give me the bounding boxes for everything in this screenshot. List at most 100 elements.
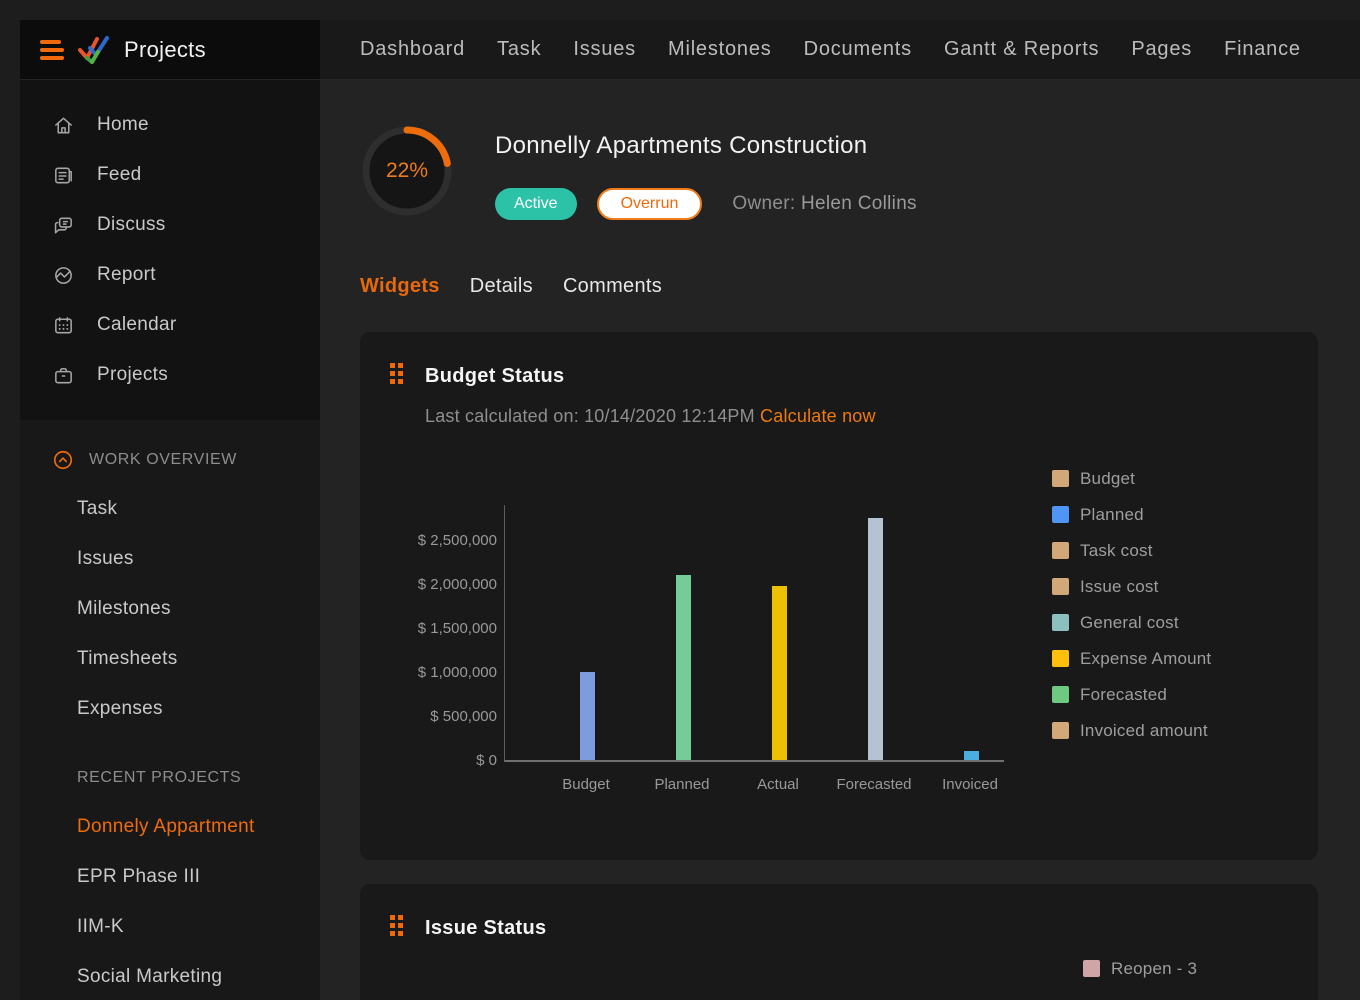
drag-handle-icon[interactable]	[390, 915, 403, 936]
legend-label: Reopen - 3	[1111, 959, 1197, 979]
sidebar-item-label: Discuss	[97, 214, 166, 236]
sidebar-item-home[interactable]: Home	[20, 100, 320, 150]
zoho-projects-logo-icon	[77, 35, 111, 65]
logo-block: Projects	[20, 20, 320, 80]
sidebar-item-expenses[interactable]: Expenses	[20, 684, 320, 734]
sidebar-item-issues[interactable]: Issues	[20, 534, 320, 584]
legend-item-expense-amount: Expense Amount	[1052, 648, 1211, 669]
recent-project-social-marketing[interactable]: Social Marketing	[20, 952, 320, 1000]
legend-swatch	[1052, 578, 1069, 595]
budget-status-widget: Budget Status Last calculated on: 10/14/…	[360, 332, 1318, 860]
progress-percent-label: 22%	[359, 123, 455, 219]
sidebar-item-calendar[interactable]: Calendar	[20, 300, 320, 350]
legend-swatch	[1052, 470, 1069, 487]
issue-status-widget: Issue Status Reopen - 3	[360, 884, 1318, 1000]
legend-item-issue-cost: Issue cost	[1052, 576, 1211, 597]
issue-chart-legend: Reopen - 3	[1083, 958, 1197, 994]
bar-invoiced[interactable]	[964, 751, 979, 760]
budget-chart-xlabels: BudgetPlannedActualForecastedInvoiced	[504, 776, 1004, 796]
sidebar-item-report[interactable]: Report	[20, 250, 320, 300]
hamburger-menu-icon[interactable]	[40, 40, 64, 60]
legend-swatch	[1052, 506, 1069, 523]
sidebar-item-task[interactable]: Task	[20, 484, 320, 534]
recent-project-epr-phase-iii[interactable]: EPR Phase III	[20, 852, 320, 902]
legend-label: Expense Amount	[1080, 649, 1211, 669]
legend-label: Forecasted	[1080, 685, 1167, 705]
sidebar-lower-section: WORK OVERVIEW TaskIssuesMilestonesTimesh…	[20, 420, 320, 1000]
widget-title: Issue Status	[425, 917, 546, 940]
legend-label: Issue cost	[1080, 577, 1159, 597]
legend-swatch	[1052, 650, 1069, 667]
sidebar-item-milestones[interactable]: Milestones	[20, 584, 320, 634]
nav-item-dashboard[interactable]: Dashboard	[360, 38, 465, 61]
calculate-now-link[interactable]: Calculate now	[760, 406, 876, 426]
sidebar-item-timesheets[interactable]: Timesheets	[20, 634, 320, 684]
legend-label: Planned	[1080, 505, 1144, 525]
sidebar-item-projects[interactable]: Projects	[20, 350, 320, 400]
tab-details[interactable]: Details	[470, 275, 533, 298]
briefcase-icon	[52, 364, 75, 387]
nav-item-documents[interactable]: Documents	[804, 38, 912, 61]
y-axis-tick: $ 2,000,000	[360, 576, 497, 594]
legend-swatch	[1052, 722, 1069, 739]
sidebar-menu: Home Feed Discuss Report Calendar	[20, 80, 320, 400]
sidebar-item-label: Calendar	[97, 314, 177, 336]
nav-item-milestones[interactable]: Milestones	[668, 38, 772, 61]
sidebar-item-label: Report	[97, 264, 156, 286]
status-badge-overrun[interactable]: Overrun	[597, 188, 703, 220]
y-axis-tick: $ 2,500,000	[360, 532, 497, 550]
budget-chart-legend: Budget Planned Task cost Issue cost General …	[1052, 468, 1211, 756]
bar-planned[interactable]	[676, 575, 691, 760]
y-axis-tick: $ 0	[360, 752, 497, 770]
nav-item-issues[interactable]: Issues	[573, 38, 636, 61]
legend-item-reopen-3: Reopen - 3	[1083, 958, 1197, 979]
project-owner: Owner: Helen Collins	[732, 193, 916, 215]
legend-item-task-cost: Task cost	[1052, 540, 1211, 561]
work-overview-items: TaskIssuesMilestonesTimesheetsExpenses	[20, 484, 320, 734]
bar-budget[interactable]	[580, 672, 595, 760]
work-overview-label: WORK OVERVIEW	[89, 451, 237, 469]
tab-comments[interactable]: Comments	[563, 275, 662, 298]
y-axis-tick: $ 1,000,000	[360, 664, 497, 682]
sidebar-item-label: Feed	[97, 164, 142, 186]
recent-projects-items: Donnely AppartmentEPR Phase IIIIIM-KSoci…	[20, 802, 320, 1000]
sidebar-item-feed[interactable]: Feed	[20, 150, 320, 200]
sidebar-item-label: Home	[97, 114, 149, 136]
legend-swatch	[1083, 960, 1100, 977]
project-tabs: Widgets Details Comments	[360, 275, 662, 298]
legend-item-forecasted: Forecasted	[1052, 684, 1211, 705]
nav-item-pages[interactable]: Pages	[1131, 38, 1192, 61]
chevron-up-circle-icon	[52, 449, 74, 471]
discuss-icon	[52, 214, 75, 237]
tab-widgets[interactable]: Widgets	[360, 275, 440, 298]
legend-swatch	[1052, 614, 1069, 631]
sidebar-item-discuss[interactable]: Discuss	[20, 200, 320, 250]
nav-item-task[interactable]: Task	[497, 38, 541, 61]
recent-projects-header: RECENT PROJECTS	[20, 766, 320, 790]
report-icon	[52, 264, 75, 287]
y-axis-tick: $ 500,000	[360, 708, 497, 726]
sidebar: Projects Home Feed Discuss Report	[20, 20, 320, 1000]
recent-project-iim-k[interactable]: IIM-K	[20, 902, 320, 952]
home-icon	[52, 114, 75, 137]
calendar-icon	[52, 314, 75, 337]
status-badge-active[interactable]: Active	[495, 188, 577, 220]
legend-swatch	[1052, 542, 1069, 559]
legend-label: Budget	[1080, 469, 1135, 489]
budget-chart-plot	[504, 505, 1004, 762]
legend-label: Invoiced amount	[1080, 721, 1208, 741]
legend-item-budget: Budget	[1052, 468, 1211, 489]
bar-actual[interactable]	[772, 586, 787, 760]
app-title: Projects	[124, 37, 206, 63]
nav-item-gantt-reports[interactable]: Gantt & Reports	[944, 38, 1099, 61]
nav-item-finance[interactable]: Finance	[1224, 38, 1301, 61]
work-overview-header[interactable]: WORK OVERVIEW	[20, 448, 320, 472]
bar-forecasted[interactable]	[868, 518, 883, 760]
legend-item-invoiced-amount: Invoiced amount	[1052, 720, 1211, 741]
owner-name: Helen Collins	[801, 193, 917, 214]
budget-chart-yticks: $ 0$ 500,000$ 1,000,000$ 1,500,000$ 2,00…	[360, 332, 497, 860]
recent-project-donnely-appartment[interactable]: Donnely Appartment	[20, 802, 320, 852]
main-content: 22% Donnelly Apartments Construction Act…	[320, 80, 1360, 1000]
project-progress-ring: 22%	[359, 123, 455, 219]
legend-item-general-cost: General cost	[1052, 612, 1211, 633]
